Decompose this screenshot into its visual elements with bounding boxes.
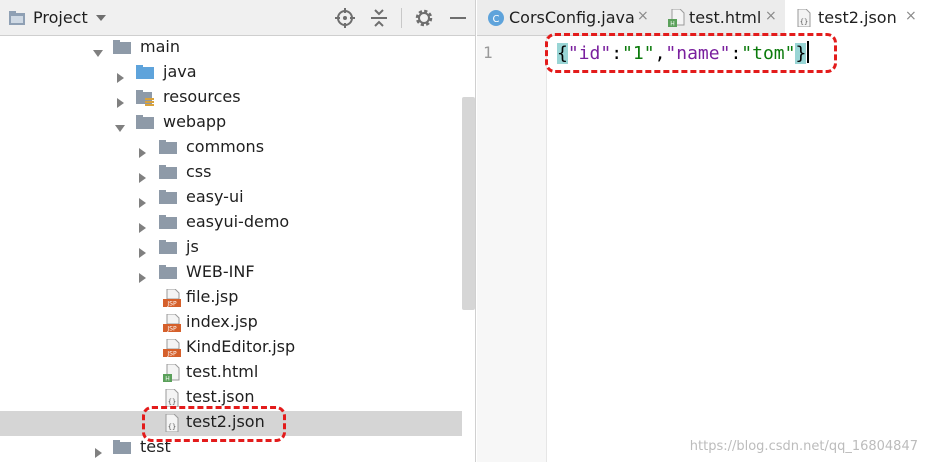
tree-item-easyui-demo[interactable]: easyui-demo [0, 211, 462, 236]
tree-item-webapp[interactable]: webapp [0, 111, 462, 136]
chevron-down-icon[interactable] [115, 118, 125, 132]
folder-icon [136, 114, 154, 132]
editor-area: C CorsConfig.java × Htest.html ×{} test2.json… [477, 0, 926, 462]
tree-item-label: webapp [163, 112, 227, 131]
tree-item-js[interactable]: js [0, 236, 462, 261]
jsp-file-icon: JSP [163, 338, 181, 358]
toolbar-divider [401, 8, 402, 28]
tree-item-label: java [163, 62, 197, 81]
editor-tab-bar: C CorsConfig.java × Htest.html ×{} test2.json… [477, 0, 926, 36]
highlight-callout-code [545, 33, 837, 73]
tab-label: test.html [689, 8, 762, 27]
chevron-right-icon[interactable] [137, 218, 147, 233]
folder-icon [113, 39, 131, 57]
tree-item-java[interactable]: java [0, 61, 462, 86]
folder-icon [159, 214, 177, 232]
highlight-callout-file [142, 406, 286, 442]
chevron-right-icon[interactable] [137, 268, 147, 283]
html-file-icon: H [668, 8, 685, 28]
editor-gutter [477, 36, 547, 462]
close-icon[interactable]: × [905, 8, 917, 24]
minimize-icon[interactable] [447, 7, 469, 29]
tree-item-label: commons [186, 137, 265, 156]
folder-icon [159, 139, 177, 157]
chevron-right-icon[interactable] [93, 443, 103, 458]
tree-item-label: file.jsp [186, 287, 239, 306]
tree-item-commons[interactable]: commons [0, 136, 462, 161]
json-file-icon: {} [795, 8, 812, 28]
svg-text:C: C [493, 14, 500, 25]
tree-scrollbar[interactable] [462, 97, 475, 310]
chevron-down-icon[interactable] [90, 7, 112, 29]
svg-text:JSP: JSP [166, 326, 177, 333]
svg-text:JSP: JSP [166, 301, 177, 308]
svg-text:H: H [670, 21, 675, 28]
tree-item-label: test.json [186, 387, 255, 406]
tree-item-label: index.jsp [186, 312, 258, 331]
folder-icon [159, 189, 177, 207]
tree-item-label: test.html [186, 362, 259, 381]
close-icon[interactable]: × [637, 8, 649, 24]
resources-folder-icon [136, 89, 154, 107]
tab-test2-json[interactable]: {} test2.json × [785, 0, 926, 36]
folder-icon [159, 164, 177, 182]
tree-item-resources[interactable]: resources [0, 86, 462, 111]
tree-item-main[interactable]: main [0, 36, 462, 61]
tree-item-label: css [186, 162, 212, 181]
tree-item-web-inf[interactable]: WEB-INF [0, 261, 462, 286]
watermark: https://blog.csdn.net/qq_16804847 [689, 439, 918, 454]
project-view-icon[interactable] [6, 7, 28, 29]
tree-item-css[interactable]: css [0, 161, 462, 186]
html-file-icon: H [163, 363, 181, 383]
tree-item-label: WEB-INF [186, 262, 255, 281]
jsp-file-icon: JSP [163, 288, 181, 308]
chevron-right-icon[interactable] [115, 93, 125, 108]
locate-icon[interactable] [334, 7, 356, 29]
folder-icon [159, 264, 177, 282]
folder-icon [113, 439, 131, 457]
project-tool-window: Project main java resources webapp commons cs… [0, 0, 476, 462]
tree-item-file-jsp[interactable]: JSP file.jsp [0, 286, 462, 311]
tab-test-html[interactable]: Htest.html × [658, 0, 785, 36]
source-folder-icon [136, 64, 154, 82]
svg-text:{}: {} [800, 18, 808, 26]
gear-icon[interactable] [413, 7, 435, 29]
chevron-right-icon[interactable] [115, 68, 125, 83]
tree-item-label: KindEditor.jsp [186, 337, 296, 356]
chevron-right-icon[interactable] [137, 168, 147, 183]
tree-item-test-html[interactable]: Htest.html [0, 361, 462, 386]
panel-title[interactable]: Project [33, 8, 88, 27]
json-file-icon: {} [163, 388, 181, 408]
folder-icon [159, 239, 177, 257]
collapse-icon[interactable] [368, 7, 390, 29]
chevron-right-icon[interactable] [137, 243, 147, 258]
jsp-file-icon: JSP [163, 313, 181, 333]
java-class-icon: C [487, 9, 504, 27]
line-number: 1 [483, 43, 493, 62]
svg-text:JSP: JSP [166, 351, 177, 358]
tab-label: test2.json [818, 8, 897, 27]
tree-item-label: easyui-demo [186, 212, 290, 231]
svg-text:{}: {} [168, 398, 176, 406]
svg-text:H: H [165, 376, 170, 383]
close-icon[interactable]: × [765, 8, 777, 24]
tree-item-easy-ui[interactable]: easy-ui [0, 186, 462, 211]
tree-item-label: resources [163, 87, 241, 106]
project-toolbar: Project [0, 0, 475, 36]
tree-item-label: main [140, 37, 180, 56]
tree-item-label: js [186, 237, 199, 256]
chevron-right-icon[interactable] [137, 143, 147, 158]
tree-item-kindeditor-jsp[interactable]: JSP KindEditor.jsp [0, 336, 462, 361]
tree-item-label: easy-ui [186, 187, 244, 206]
tree-item-index-jsp[interactable]: JSP index.jsp [0, 311, 462, 336]
chevron-right-icon[interactable] [137, 193, 147, 208]
tab-label: CorsConfig.java [509, 8, 635, 27]
tab-corsconfig-java[interactable]: C CorsConfig.java × [477, 0, 658, 36]
chevron-down-icon[interactable] [93, 43, 103, 57]
